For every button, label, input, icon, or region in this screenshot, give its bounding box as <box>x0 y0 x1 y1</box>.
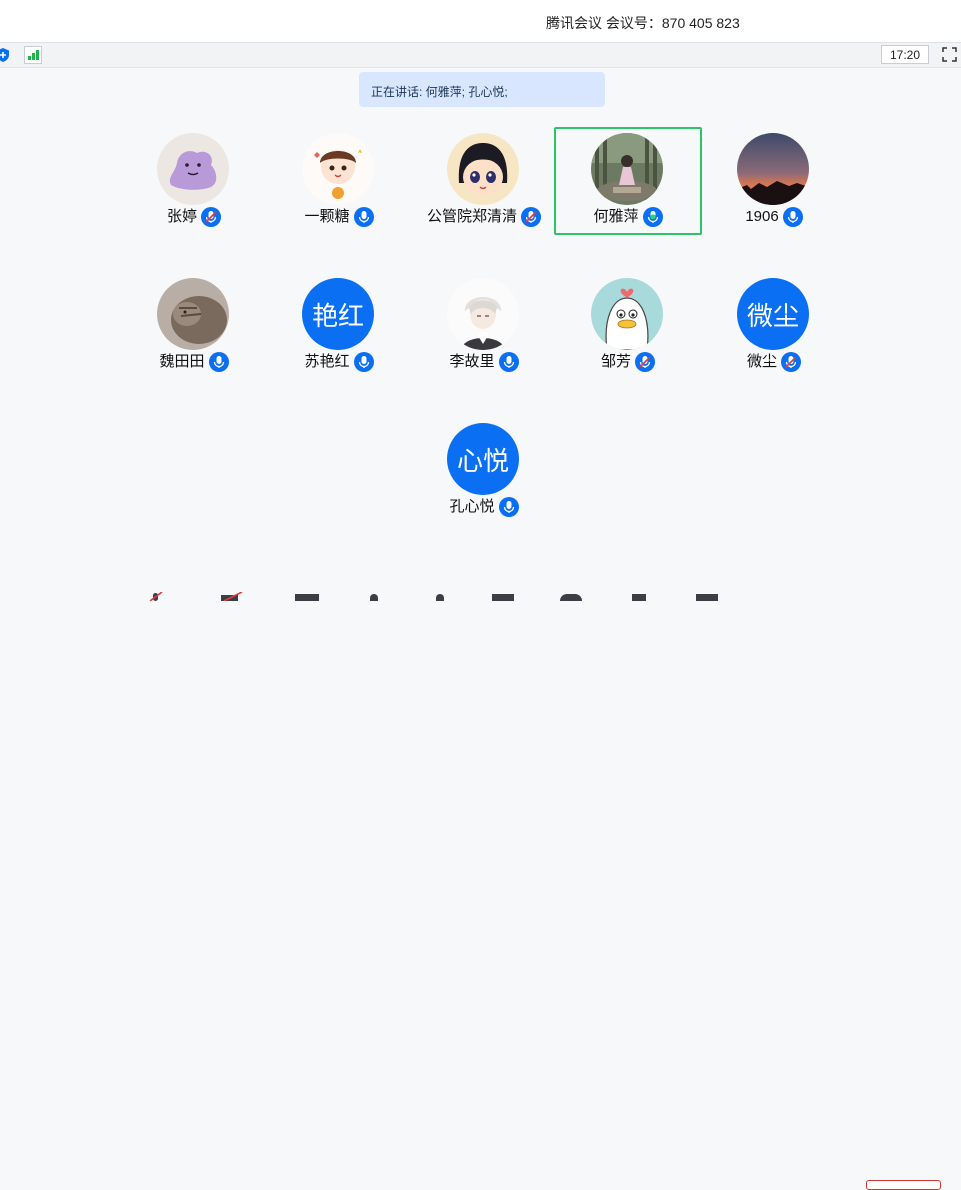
mute-mic-icon[interactable] <box>148 592 164 601</box>
participant-tile[interactable]: 张婷 <box>120 127 268 235</box>
participant-tile-active-speaker[interactable]: 何雅萍 <box>554 127 702 235</box>
participant-tile[interactable]: 1906 <box>700 127 848 235</box>
participant-tile[interactable]: 邹芳 <box>554 272 702 380</box>
meeting-clock: 17:20 <box>881 45 929 64</box>
participant-name: 李故里 <box>449 353 495 370</box>
mic-on-icon <box>353 352 374 372</box>
members-icon[interactable] <box>436 594 444 601</box>
security-shield-icon[interactable] <box>0 48 10 62</box>
participant-tile[interactable]: 公管院郑清清 <box>410 127 558 235</box>
participant-name: 邹芳 <box>600 353 631 370</box>
participant-name: 微尘 <box>746 353 777 370</box>
participant-name: 公管院郑清清 <box>426 208 517 225</box>
emoji-icon[interactable] <box>560 594 582 601</box>
duck-avatar-image <box>591 278 663 350</box>
participant-name: 魏田田 <box>159 353 205 370</box>
cat-avatar-image <box>157 278 229 350</box>
mic-muted-icon <box>201 207 221 227</box>
participant-tile[interactable]: 一颗糖 <box>265 127 413 235</box>
participant-tile[interactable]: 李故里 <box>410 272 558 380</box>
participant-tile[interactable]: 微尘 微尘 <box>700 272 848 380</box>
mic-muted-icon <box>635 352 655 372</box>
network-signal-icon[interactable] <box>24 46 42 64</box>
participant-tile[interactable]: 心悦 孔心悦 <box>410 417 558 525</box>
mic-on-icon <box>782 207 803 227</box>
participant-tile[interactable]: 艳红 苏艳红 <box>265 272 413 380</box>
mic-speaking-icon <box>642 207 663 227</box>
leave-meeting-button[interactable] <box>866 1180 941 1190</box>
speaking-indicator: 正在讲话: 何雅萍; 孔心悦; <box>359 72 605 107</box>
participant-name: 张婷 <box>166 208 197 225</box>
anime-boy-avatar-image <box>447 278 519 350</box>
cartoon-girl-avatar-image <box>302 133 374 205</box>
document-icon[interactable] <box>632 594 646 601</box>
fullscreen-icon[interactable] <box>942 47 957 62</box>
title-bar: 腾讯会议 会议号：870 405 823 <box>0 0 961 43</box>
window-title: 腾讯会议 会议号：870 405 823 <box>546 15 740 31</box>
status-bar: 17:20 <box>0 43 961 68</box>
participant-name: 1906 <box>745 208 779 225</box>
stop-video-icon[interactable] <box>220 592 244 601</box>
share-screen-icon[interactable] <box>295 594 319 601</box>
text-avatar: 微尘 <box>737 278 809 350</box>
participant-name: 孔心悦 <box>449 498 495 515</box>
invite-icon[interactable] <box>370 594 378 601</box>
participant-name: 苏艳红 <box>304 353 350 370</box>
mic-on-icon <box>498 497 519 517</box>
text-avatar: 艳红 <box>302 278 374 350</box>
bottom-toolbar <box>0 586 961 1190</box>
participant-name: 一颗糖 <box>304 208 350 225</box>
participant-tile[interactable]: 魏田田 <box>120 272 268 380</box>
ditto-avatar-image <box>157 133 229 205</box>
participant-name: 何雅萍 <box>593 208 639 225</box>
anime-girl-avatar-image <box>447 133 519 205</box>
mic-muted-icon <box>781 352 801 372</box>
sunset-avatar-image <box>737 133 809 205</box>
mic-on-icon <box>498 352 519 372</box>
photo-avatar-image <box>591 133 663 205</box>
text-avatar: 心悦 <box>447 423 519 495</box>
mic-on-icon <box>353 207 374 227</box>
apps-icon[interactable] <box>696 594 718 601</box>
mic-muted-icon <box>521 207 541 227</box>
mic-on-icon <box>208 352 229 372</box>
chat-icon[interactable] <box>492 594 514 601</box>
